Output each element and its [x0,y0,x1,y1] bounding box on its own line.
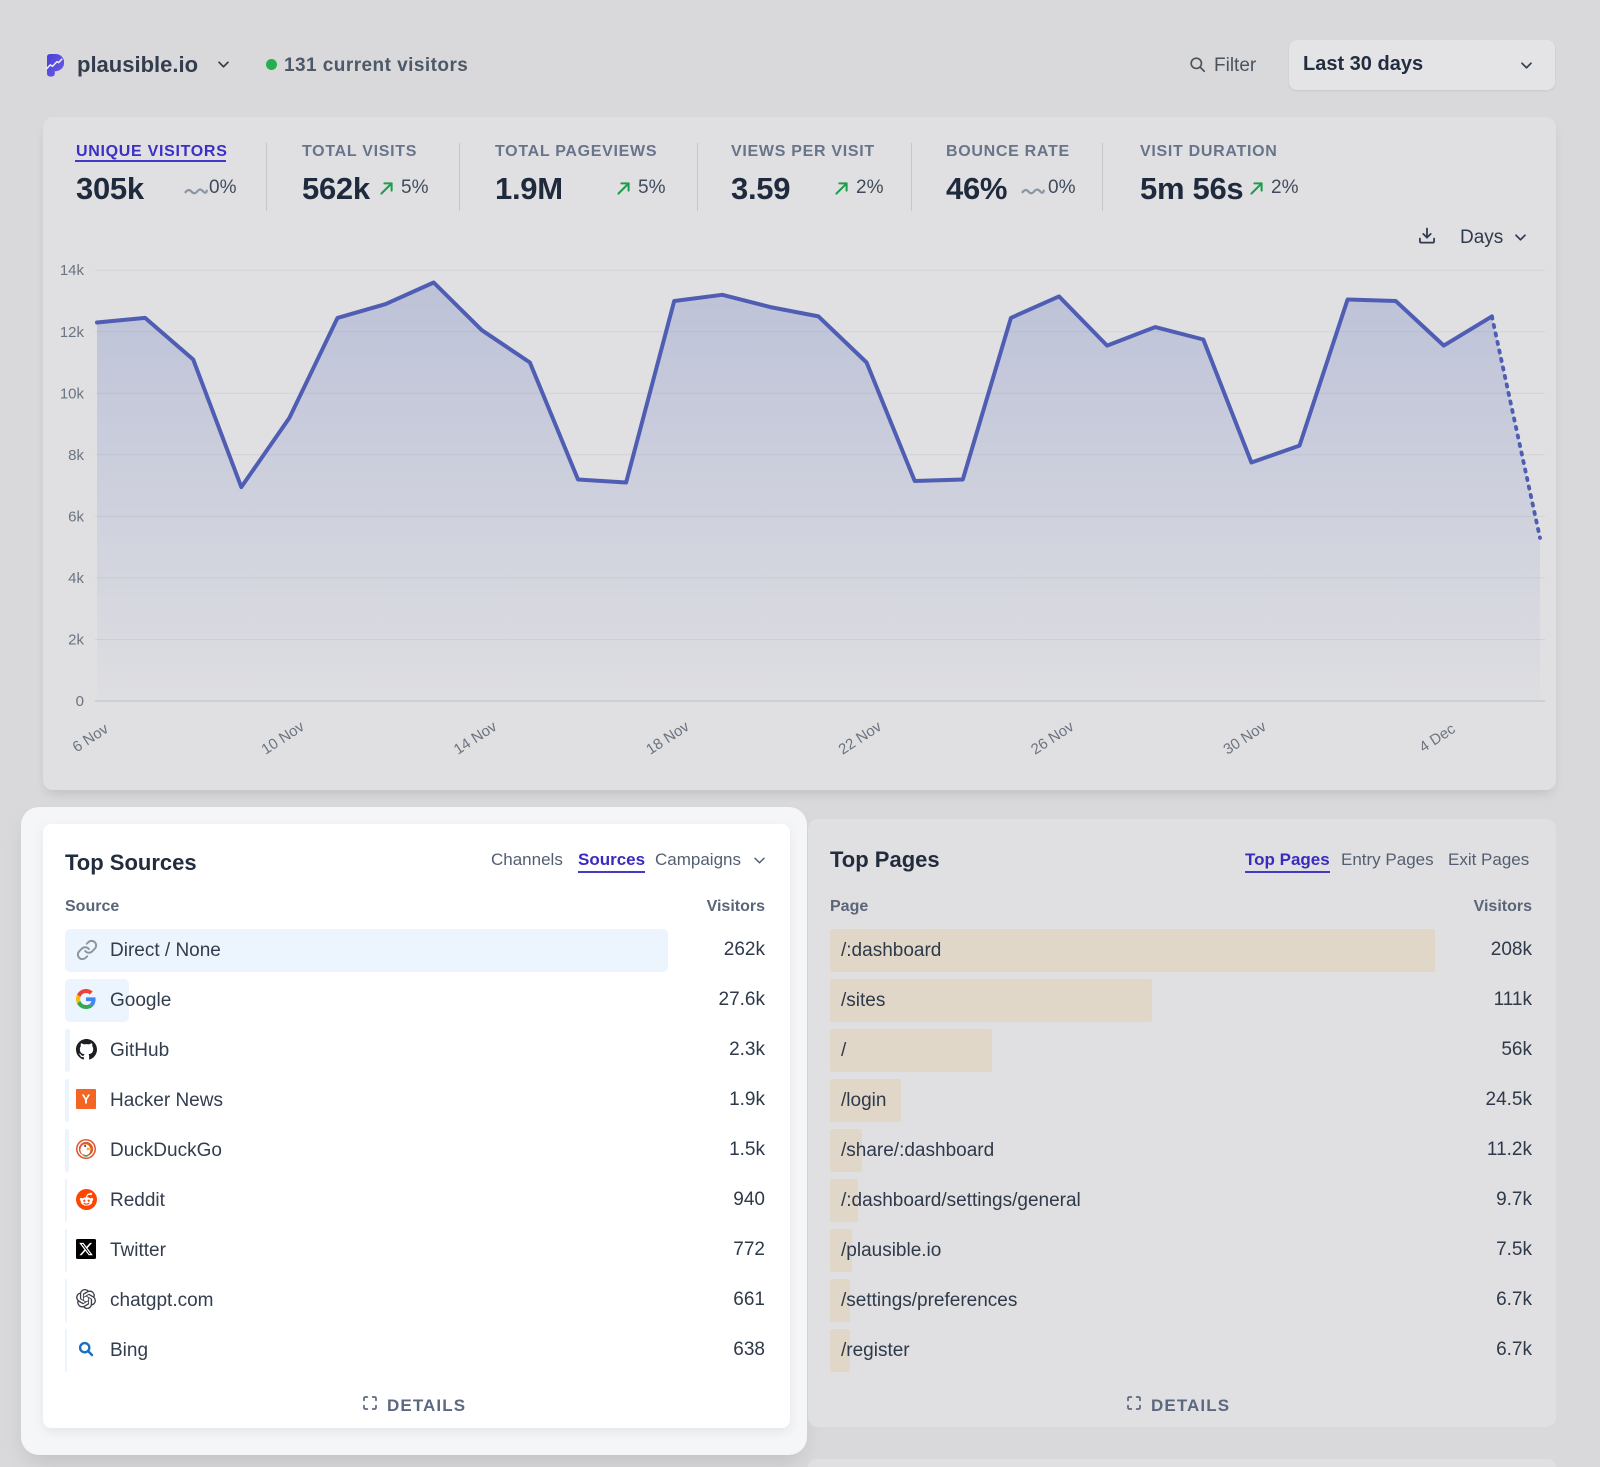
svg-text:6 Nov: 6 Nov [69,720,112,756]
svg-text:14 Nov: 14 Nov [451,718,501,758]
svg-text:Y: Y [82,1092,91,1107]
svg-text:0: 0 [76,693,84,710]
svg-text:12k: 12k [60,324,85,341]
svg-text:6k: 6k [68,508,84,525]
svg-text:2k: 2k [68,632,84,649]
svg-text:30 Nov: 30 Nov [1220,718,1270,758]
svg-text:14k: 14k [60,262,85,279]
svg-text:8k: 8k [68,447,84,464]
svg-text:10 Nov: 10 Nov [258,718,308,758]
svg-text:22 Nov: 22 Nov [836,718,886,758]
svg-text:26 Nov: 26 Nov [1028,718,1078,758]
svg-text:10k: 10k [60,385,85,402]
svg-text:4k: 4k [68,570,84,587]
svg-text:18 Nov: 18 Nov [643,718,693,758]
svg-text:4 Dec: 4 Dec [1416,720,1459,756]
